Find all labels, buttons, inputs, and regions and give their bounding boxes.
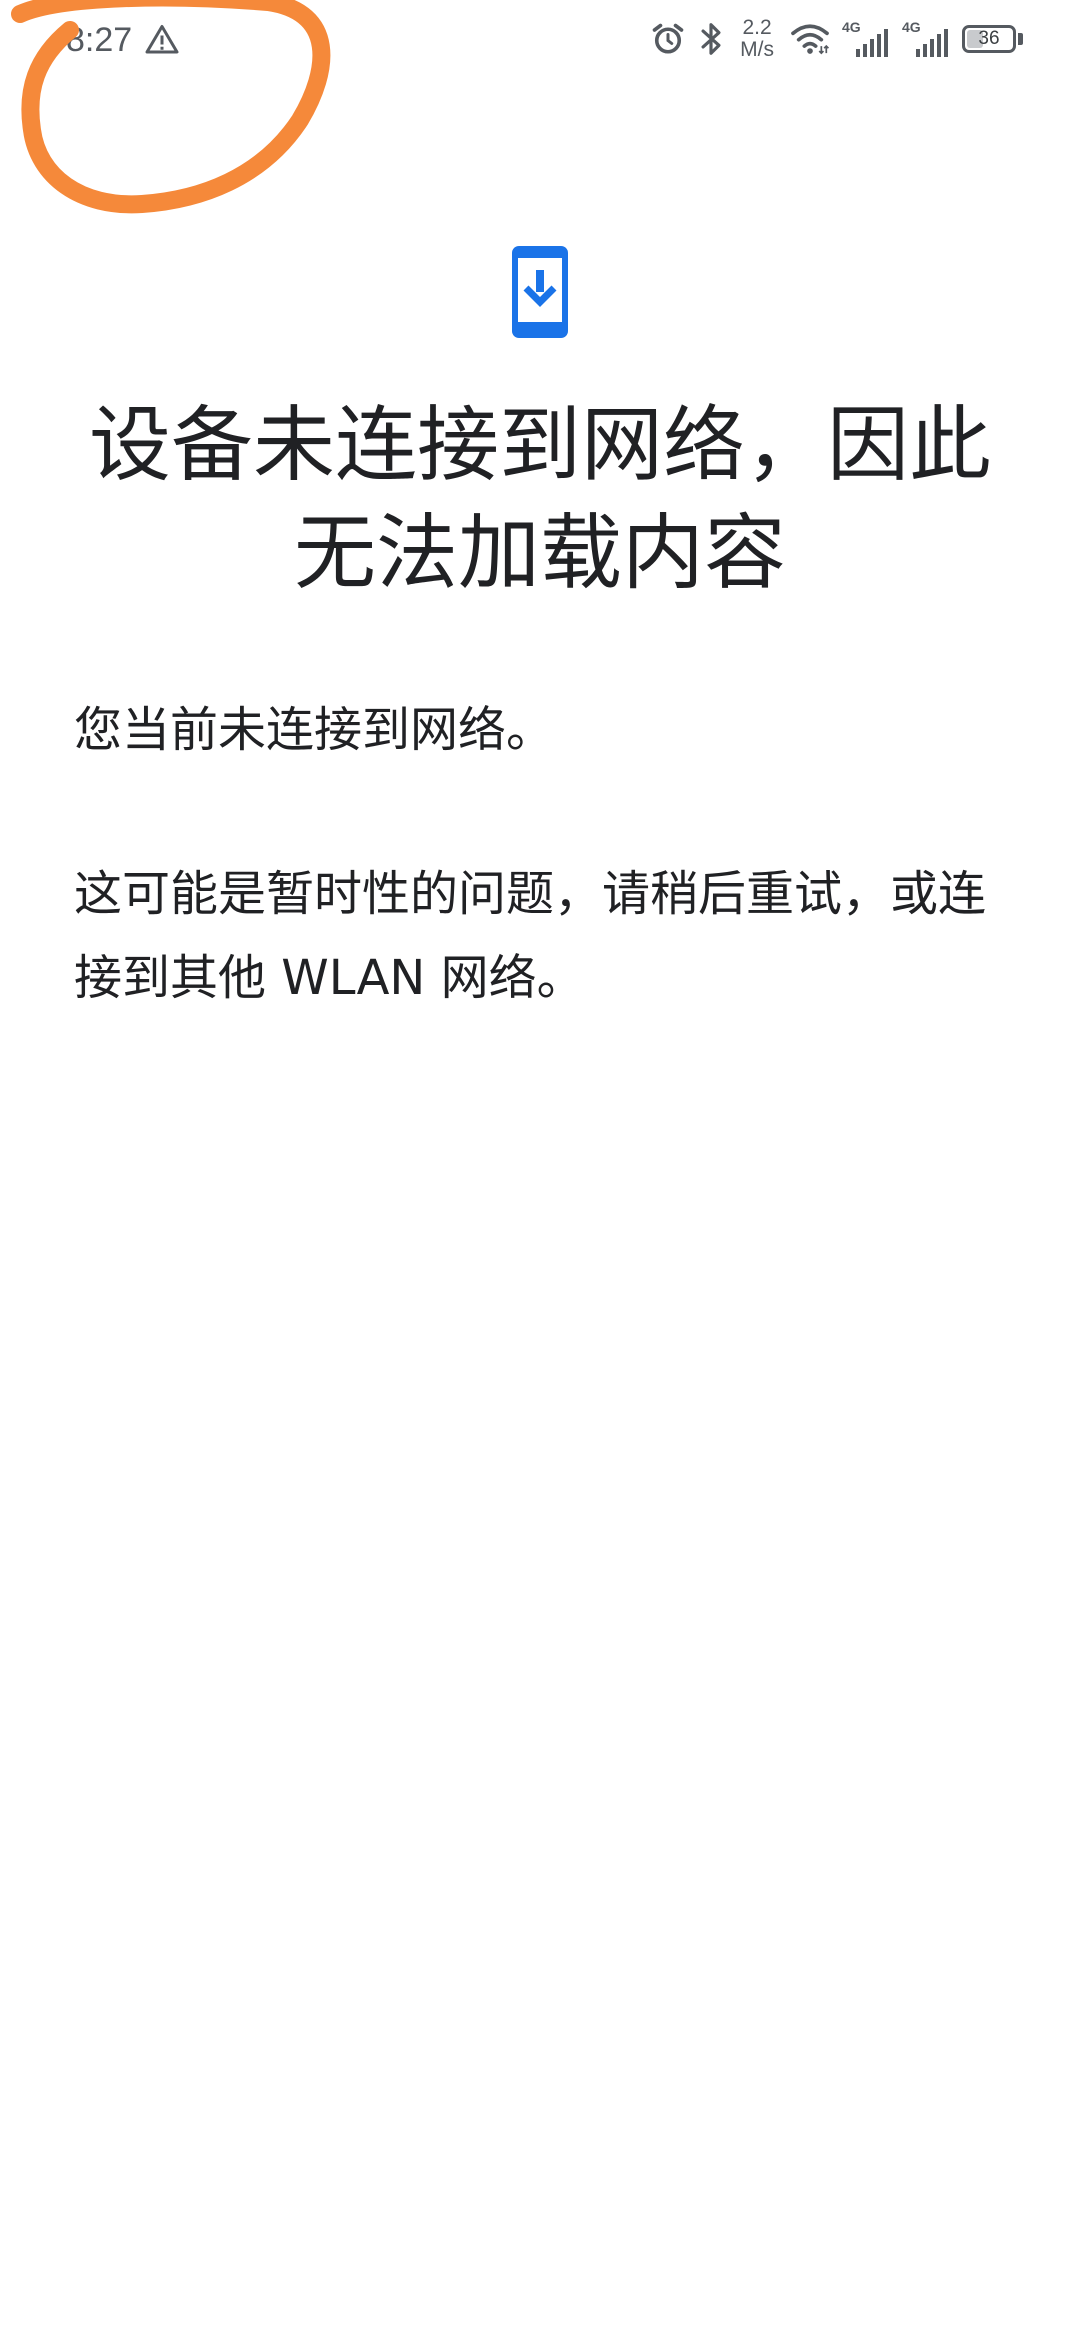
warning-icon: [145, 25, 179, 54]
network-speed-unit: M/s: [740, 38, 774, 61]
wifi-icon: [791, 24, 830, 55]
retry-hint-message: 这可能是暂时性的问题，请稍后重试，或连接到其他 WLAN 网络。: [74, 866, 987, 1006]
signal-1: 4G: [842, 19, 890, 59]
offline-message: 您当前未连接到网络。: [74, 702, 555, 758]
battery-icon: 36: [962, 23, 1024, 55]
signal-icon: [916, 29, 948, 57]
alarm-icon: [652, 23, 684, 54]
signal-2: 4G: [902, 19, 950, 59]
page-title: 设备未连接到网络，因此无法加载内容: [88, 398, 991, 601]
phone-download-icon: [512, 246, 568, 338]
battery-level: 36: [978, 28, 1000, 49]
status-bar-right: 2.2 M/s 4G 4G 36: [650, 14, 1024, 64]
bluetooth-icon: [701, 23, 721, 55]
network-speed: 2.2 M/s: [740, 17, 774, 61]
status-bar-left: 8:27: [66, 18, 180, 62]
status-bar: 8:27 2.2 M/s 4G 4G 36: [0, 0, 1080, 78]
signal-icon: [856, 29, 888, 57]
battery-tip: [1018, 33, 1023, 45]
status-time: 8:27: [66, 20, 133, 59]
battery-body: 36: [962, 25, 1016, 53]
network-speed-value: 2.2: [742, 16, 772, 39]
